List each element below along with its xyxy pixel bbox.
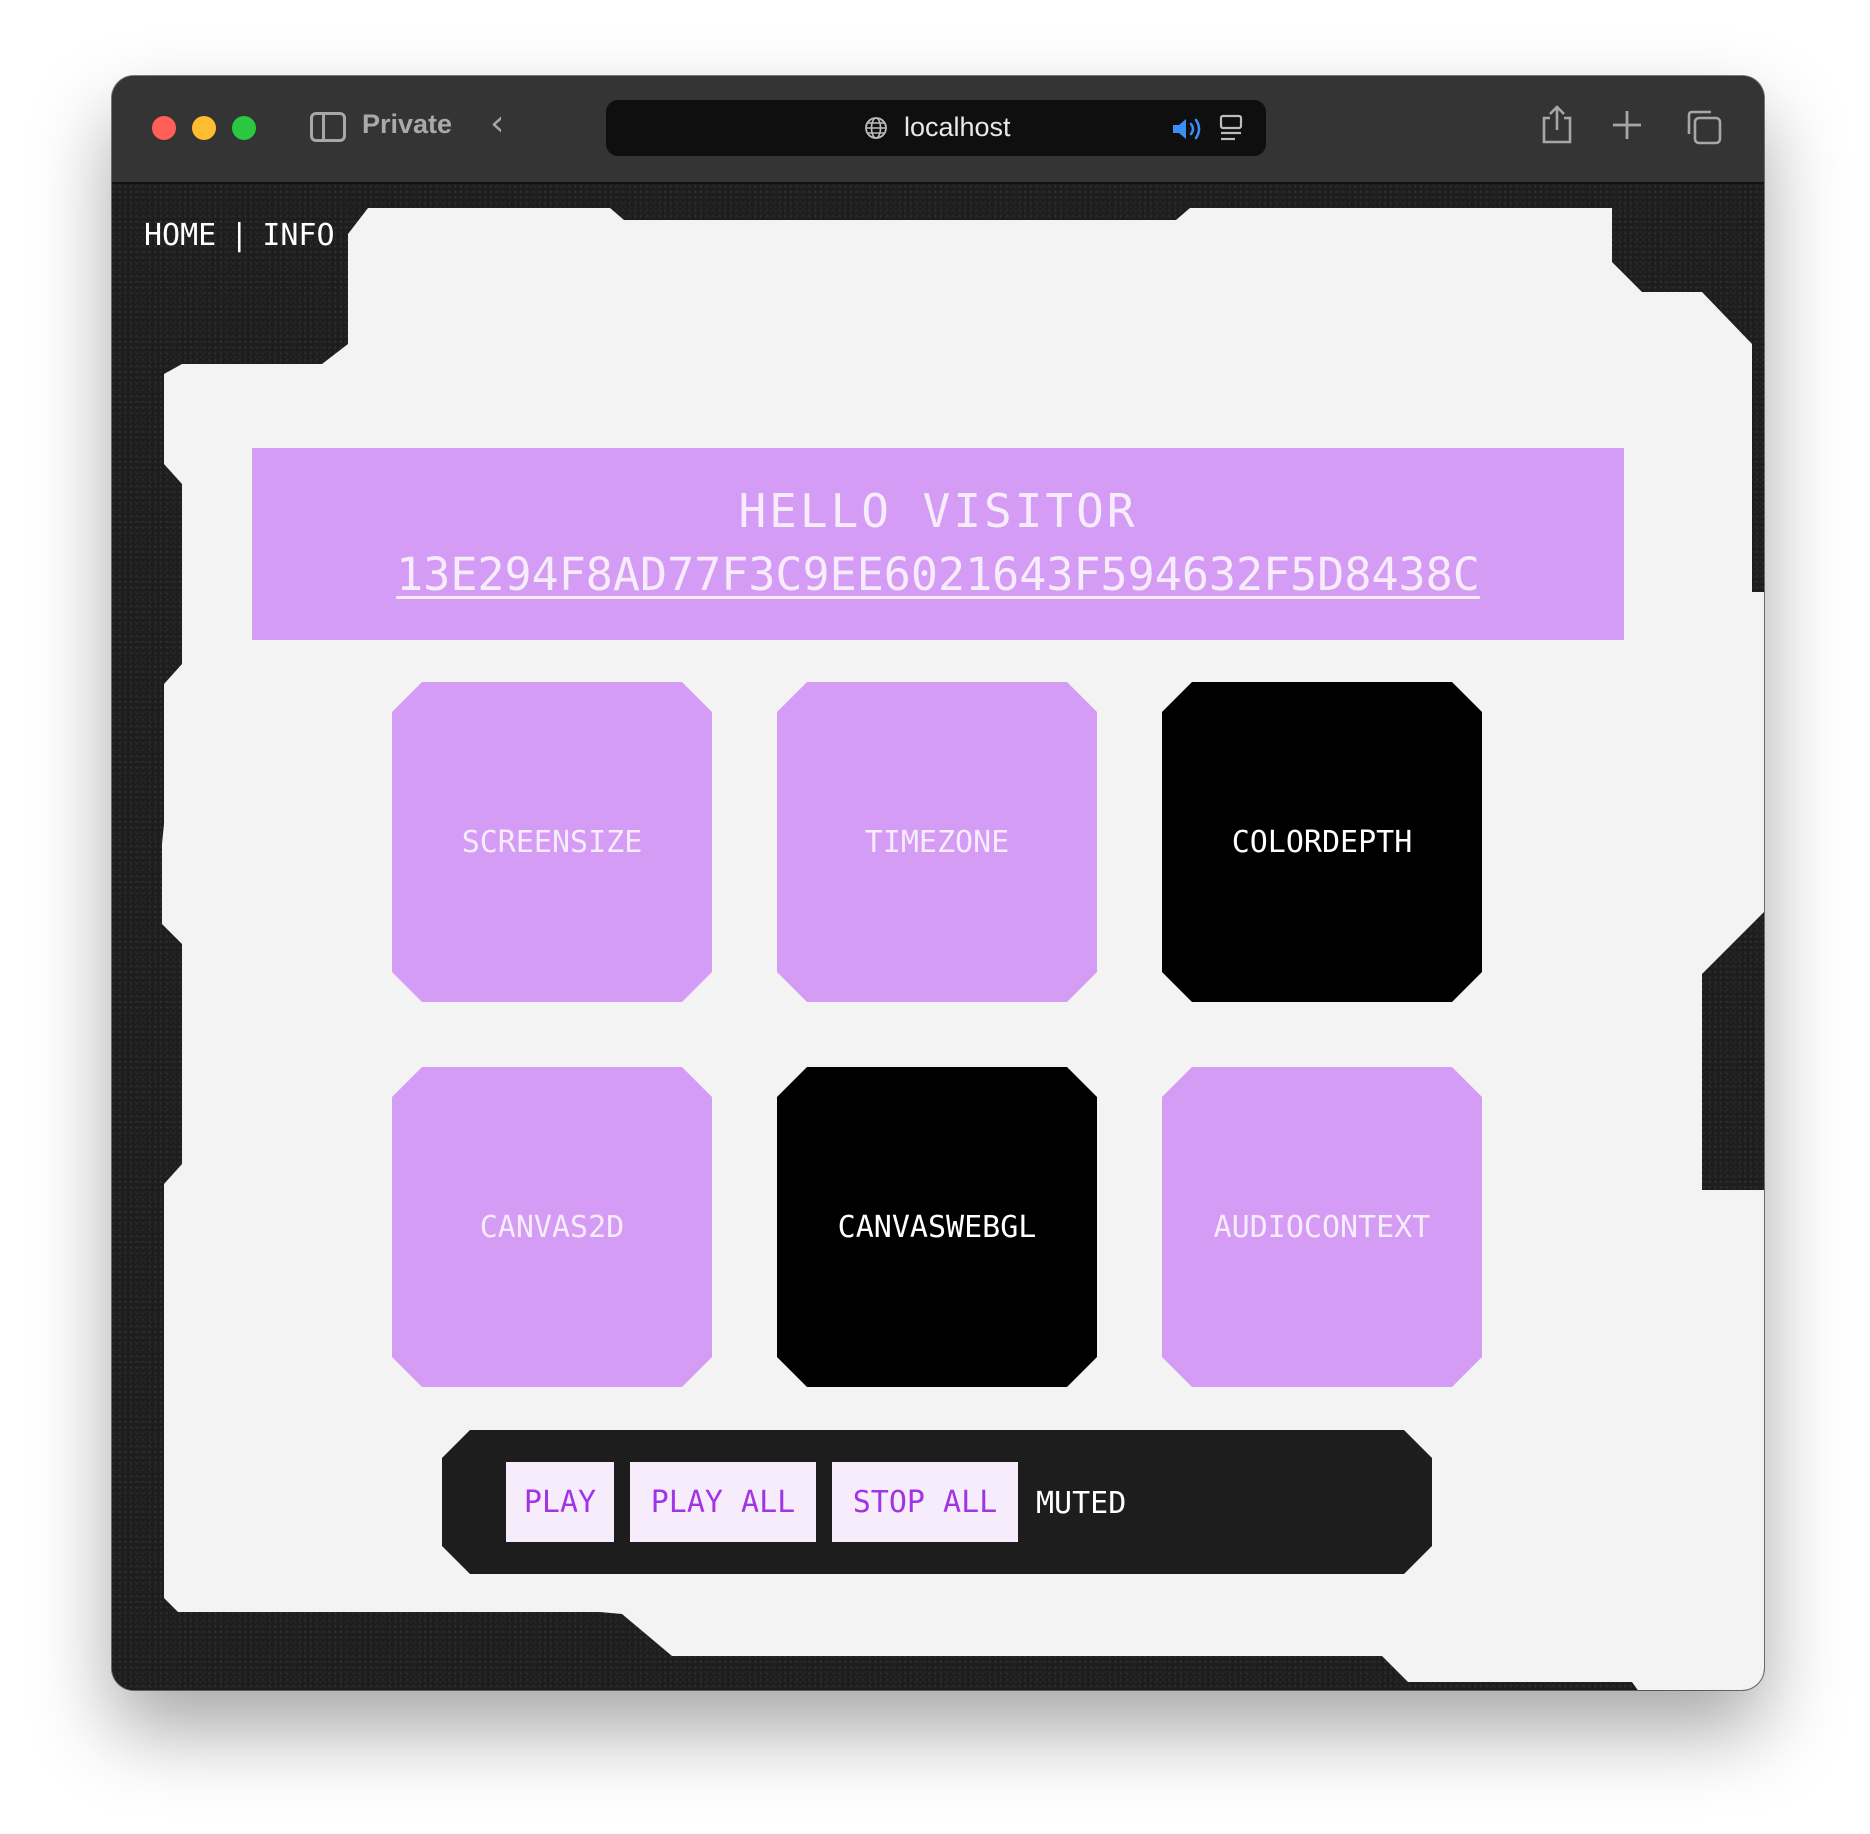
tile-colordepth[interactable]: COLORDEPTH bbox=[1162, 682, 1482, 1002]
back-arrow-icon[interactable]: ‹ bbox=[490, 106, 504, 142]
play-button[interactable]: PLAY bbox=[506, 1462, 614, 1542]
private-mode-label: Private bbox=[362, 109, 453, 139]
visitor-banner: HELLO VISITOR 13E294F8AD77F3C9EE6021643F… bbox=[252, 448, 1624, 640]
stop-all-button[interactable]: STOP ALL bbox=[832, 1462, 1018, 1542]
nav-info-link[interactable]: INFO bbox=[262, 218, 334, 253]
reader-icon[interactable] bbox=[1218, 114, 1244, 142]
nav-home-link[interactable]: HOME bbox=[144, 218, 216, 253]
share-icon[interactable] bbox=[1540, 104, 1574, 146]
tile-canvaswebgl[interactable]: CANVASWEBGL bbox=[777, 1067, 1097, 1387]
plus-icon[interactable] bbox=[1610, 108, 1644, 142]
nav-separator: | bbox=[230, 218, 249, 253]
audio-controls: PLAY PLAY ALL STOP ALL MUTED bbox=[442, 1430, 1432, 1574]
play-all-button[interactable]: PLAY ALL bbox=[630, 1462, 816, 1542]
browser-window: Private ‹ localhost HOME | INFO HELLO VI… bbox=[112, 76, 1764, 1690]
top-nav: HOME | INFO bbox=[144, 218, 335, 253]
url-text: localhost bbox=[904, 112, 1011, 142]
tabs-icon[interactable] bbox=[1685, 108, 1723, 146]
tile-timezone[interactable]: TIMEZONE bbox=[777, 682, 1097, 1002]
tile-audiocontext[interactable]: AUDIOCONTEXT bbox=[1162, 1067, 1482, 1387]
sidebar-icon[interactable] bbox=[310, 112, 346, 142]
zoom-window-button[interactable] bbox=[232, 116, 256, 140]
page-viewport: HOME | INFO HELLO VISITOR 13E294F8AD77F3C9… bbox=[112, 184, 1764, 1690]
address-bar[interactable]: localhost bbox=[606, 100, 1266, 156]
tile-screensize[interactable]: SCREENSIZE bbox=[392, 682, 712, 1002]
speaker-icon[interactable] bbox=[1171, 116, 1205, 142]
hero-title: HELLO VISITOR bbox=[738, 484, 1138, 538]
visitor-hash-link[interactable]: 13E294F8AD77F3C9EE6021643F594632F5D8438C bbox=[252, 548, 1624, 601]
tile-canvas2d[interactable]: CANVAS2D bbox=[392, 1067, 712, 1387]
browser-toolbar: Private ‹ localhost bbox=[112, 76, 1764, 184]
close-window-button[interactable] bbox=[152, 116, 176, 140]
globe-icon bbox=[865, 117, 887, 139]
minimize-window-button[interactable] bbox=[192, 116, 216, 140]
mute-status: MUTED bbox=[1036, 1486, 1127, 1521]
